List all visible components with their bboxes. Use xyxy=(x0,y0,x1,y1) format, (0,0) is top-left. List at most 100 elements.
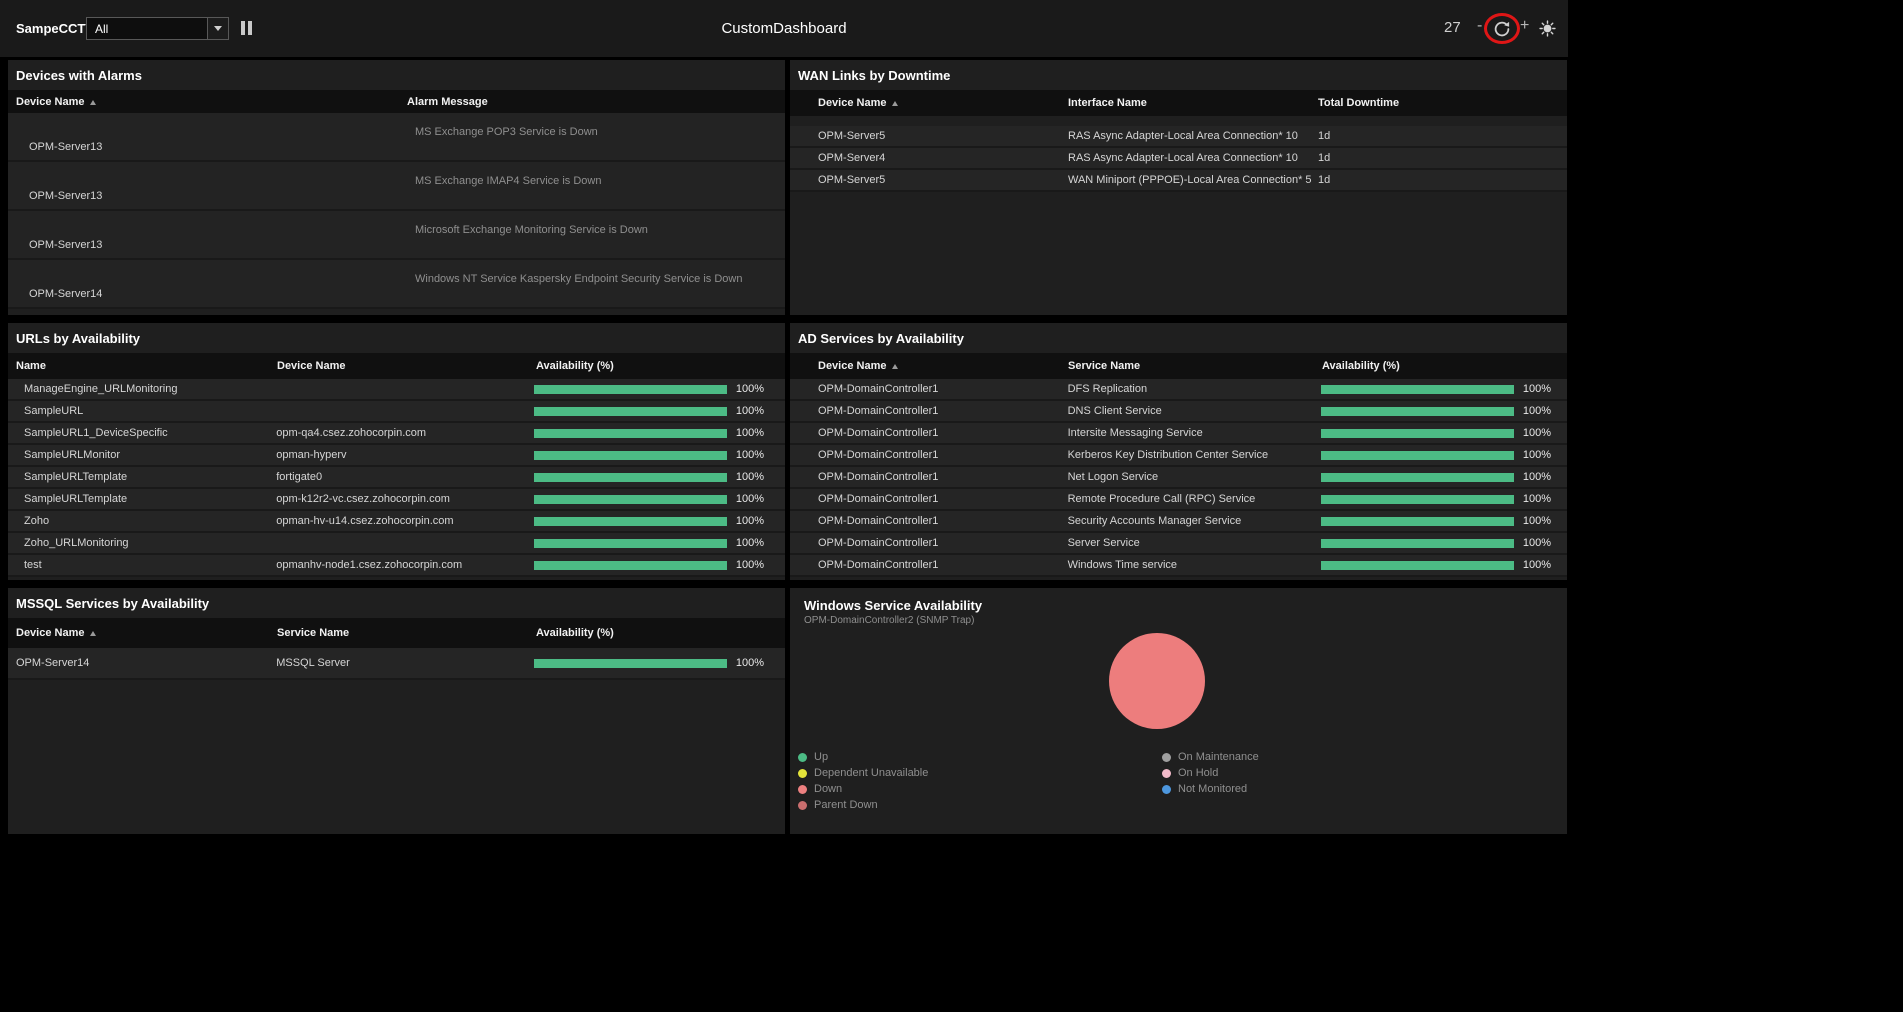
table-row[interactable]: OPM-DomainController1 Windows Time servi… xyxy=(790,555,1567,577)
table-row[interactable]: ManageEngine_URLMonitoring 100% xyxy=(8,379,785,401)
table-row[interactable]: Zoho opman-hv-u14.csez.zohocorpin.com 10… xyxy=(8,511,785,533)
legend-item-parent-down[interactable]: Parent Down xyxy=(798,797,928,813)
table-row[interactable]: SampleURLTemplate opm-k12r2-vc.csez.zoho… xyxy=(8,489,785,511)
url-name[interactable]: SampleURLTemplate xyxy=(8,471,276,483)
table-row[interactable]: SampleURLMonitor opman-hyperv 100% xyxy=(8,445,785,467)
availability-value: 100% xyxy=(1523,383,1567,395)
device-name-link[interactable]: OPM-DomainController1 xyxy=(790,449,1068,461)
availability-bar xyxy=(534,429,727,438)
panel-subtitle: OPM-DomainController2 (SNMP Trap) xyxy=(790,615,1567,626)
column-header-device-name[interactable]: Device Name xyxy=(8,627,277,639)
legend-label: Parent Down xyxy=(814,799,878,811)
device-name-link[interactable]: OPM-DomainController1 xyxy=(790,405,1068,417)
column-header-total-downtime[interactable]: Total Downtime xyxy=(1318,97,1567,109)
column-header-service-name[interactable]: Service Name xyxy=(1068,360,1322,372)
device-name-link[interactable]: OPM-DomainController1 xyxy=(790,537,1068,549)
url-name[interactable]: ManageEngine_URLMonitoring xyxy=(8,383,276,395)
table-row[interactable]: OPM-Server14 Windows NT Service Kaspersk… xyxy=(8,260,785,309)
device-name-link[interactable]: OPM-DomainController1 xyxy=(790,559,1068,571)
url-name[interactable]: SampleURLTemplate xyxy=(8,493,276,505)
legend-label: On Hold xyxy=(1178,767,1218,779)
device-name-link[interactable]: OPM-DomainController1 xyxy=(790,515,1068,527)
table-row[interactable]: OPM-Server14 MSSQL Server 100% xyxy=(8,648,785,680)
service-name: DFS Replication xyxy=(1068,383,1322,395)
availability-value: 100% xyxy=(736,657,785,669)
table-row[interactable]: OPM-DomainController1 Server Service 100… xyxy=(790,533,1567,555)
device-name-link[interactable]: OPM-DomainController1 xyxy=(790,383,1068,395)
table-row[interactable]: Zoho_URLMonitoring 100% xyxy=(8,533,785,555)
url-name[interactable]: test xyxy=(8,559,276,571)
device-name-link[interactable]: OPM-Server13 xyxy=(29,141,102,153)
column-header-device-name[interactable]: Device Name xyxy=(790,360,1068,372)
panel-wan-links-by-downtime: WAN Links by Downtime Device Name Interf… xyxy=(790,60,1567,315)
legend-item-dependent-unavailable[interactable]: Dependent Unavailable xyxy=(798,765,928,781)
brightness-toggle-button[interactable] xyxy=(1539,20,1556,37)
device-name-link[interactable]: OPM-DomainController1 xyxy=(790,427,1068,439)
column-header-interface-name[interactable]: Interface Name xyxy=(1068,97,1318,109)
column-header-device-name[interactable]: Device Name xyxy=(277,360,536,372)
panel-urls-by-availability: URLs by Availability Name Device Name Av… xyxy=(8,323,785,580)
legend-item-on-hold[interactable]: On Hold xyxy=(1162,765,1259,781)
device-name-link[interactable]: OPM-Server4 xyxy=(790,152,1068,164)
table-row[interactable]: OPM-DomainController1 Intersite Messagin… xyxy=(790,423,1567,445)
column-header-availability[interactable]: Availability (%) xyxy=(536,627,738,639)
panel-title: Devices with Alarms xyxy=(8,60,785,90)
table-row[interactable]: OPM-Server13 MS Exchange IMAP4 Service i… xyxy=(8,162,785,211)
legend-item-down[interactable]: Down xyxy=(798,781,928,797)
interface-name: RAS Async Adapter-Local Area Connection*… xyxy=(1068,152,1318,164)
device-name-link[interactable]: OPM-Server5 xyxy=(790,130,1068,142)
zoom-in-button[interactable]: + xyxy=(1520,17,1529,35)
pie-chart[interactable] xyxy=(1109,633,1205,729)
url-name[interactable]: Zoho xyxy=(8,515,276,527)
table-row[interactable]: OPM-DomainController1 Remote Procedure C… xyxy=(790,489,1567,511)
availability-bar xyxy=(1321,473,1514,482)
table-row[interactable]: SampleURL1_DeviceSpecific opm-qa4.csez.z… xyxy=(8,423,785,445)
device-name-link[interactable]: OPM-Server13 xyxy=(29,190,102,202)
device-name-link[interactable]: OPM-Server5 xyxy=(790,174,1068,186)
column-header-alarm-message[interactable]: Alarm Message xyxy=(407,96,785,108)
table-row[interactable]: OPM-DomainController1 Net Logon Service … xyxy=(790,467,1567,489)
device-name-link[interactable]: OPM-Server14 xyxy=(29,288,102,300)
column-header-service-name[interactable]: Service Name xyxy=(277,627,536,639)
table-row[interactable]: OPM-Server13 MS Exchange POP3 Service is… xyxy=(8,113,785,162)
table-header: Device Name Service Name Availability (%… xyxy=(790,353,1567,379)
legend-item-not-monitored[interactable]: Not Monitored xyxy=(1162,781,1259,797)
refresh-button[interactable] xyxy=(1493,20,1511,38)
zoom-out-button[interactable]: - xyxy=(1477,17,1482,35)
table-row[interactable]: SampleURLTemplate fortigate0 100% xyxy=(8,467,785,489)
column-header-availability[interactable]: Availability (%) xyxy=(1322,360,1524,372)
column-header-availability[interactable]: Availability (%) xyxy=(536,360,738,372)
table-row[interactable]: OPM-DomainController1 Security Accounts … xyxy=(790,511,1567,533)
url-name[interactable]: SampleURLMonitor xyxy=(8,449,276,461)
device-name-link[interactable]: OPM-Server13 xyxy=(29,239,102,251)
table-row[interactable]: OPM-DomainController1 DNS Client Service… xyxy=(790,401,1567,423)
table-row[interactable]: OPM-Server4 RAS Async Adapter-Local Area… xyxy=(790,148,1567,170)
device-name-link[interactable]: OPM-Server14 xyxy=(8,657,276,669)
legend-item-up[interactable]: Up xyxy=(798,749,928,765)
legend-color-dot xyxy=(798,753,807,762)
availability-value: 100% xyxy=(736,537,785,549)
device-name-link[interactable]: OPM-DomainController1 xyxy=(790,471,1068,483)
url-name[interactable]: Zoho_URLMonitoring xyxy=(8,537,276,549)
availability-value: 100% xyxy=(736,383,785,395)
panel-ad-services-by-availability: AD Services by Availability Device Name … xyxy=(790,323,1567,580)
table-row[interactable]: OPM-Server13 Microsoft Exchange Monitori… xyxy=(8,211,785,260)
panel-windows-service-availability: Windows Service Availability OPM-DomainC… xyxy=(790,588,1567,834)
column-header-device-name[interactable]: Device Name xyxy=(790,97,1068,109)
alarm-message: MS Exchange IMAP4 Service is Down xyxy=(415,175,601,187)
device-name-link[interactable]: OPM-DomainController1 xyxy=(790,493,1068,505)
availability-bar xyxy=(534,495,727,504)
alarm-message: Windows NT Service Kaspersky Endpoint Se… xyxy=(415,273,742,285)
column-header-name[interactable]: Name xyxy=(8,360,277,372)
table-row[interactable]: OPM-DomainController1 Kerberos Key Distr… xyxy=(790,445,1567,467)
table-row[interactable]: OPM-Server5 WAN Miniport (PPPOE)-Local A… xyxy=(790,170,1567,192)
legend-item-on-maintenance[interactable]: On Maintenance xyxy=(1162,749,1259,765)
url-name[interactable]: SampleURL xyxy=(8,405,276,417)
table-row[interactable]: OPM-Server5 RAS Async Adapter-Local Area… xyxy=(790,126,1567,148)
table-row[interactable]: SampleURL 100% xyxy=(8,401,785,423)
table-row[interactable]: OPM-DomainController1 DFS Replication 10… xyxy=(790,379,1567,401)
url-name[interactable]: SampleURL1_DeviceSpecific xyxy=(8,427,276,439)
column-header-device-name[interactable]: Device Name xyxy=(8,96,407,108)
legend-label: Dependent Unavailable xyxy=(814,767,928,779)
table-row[interactable]: test opmanhv-node1.csez.zohocorpin.com 1… xyxy=(8,555,785,577)
